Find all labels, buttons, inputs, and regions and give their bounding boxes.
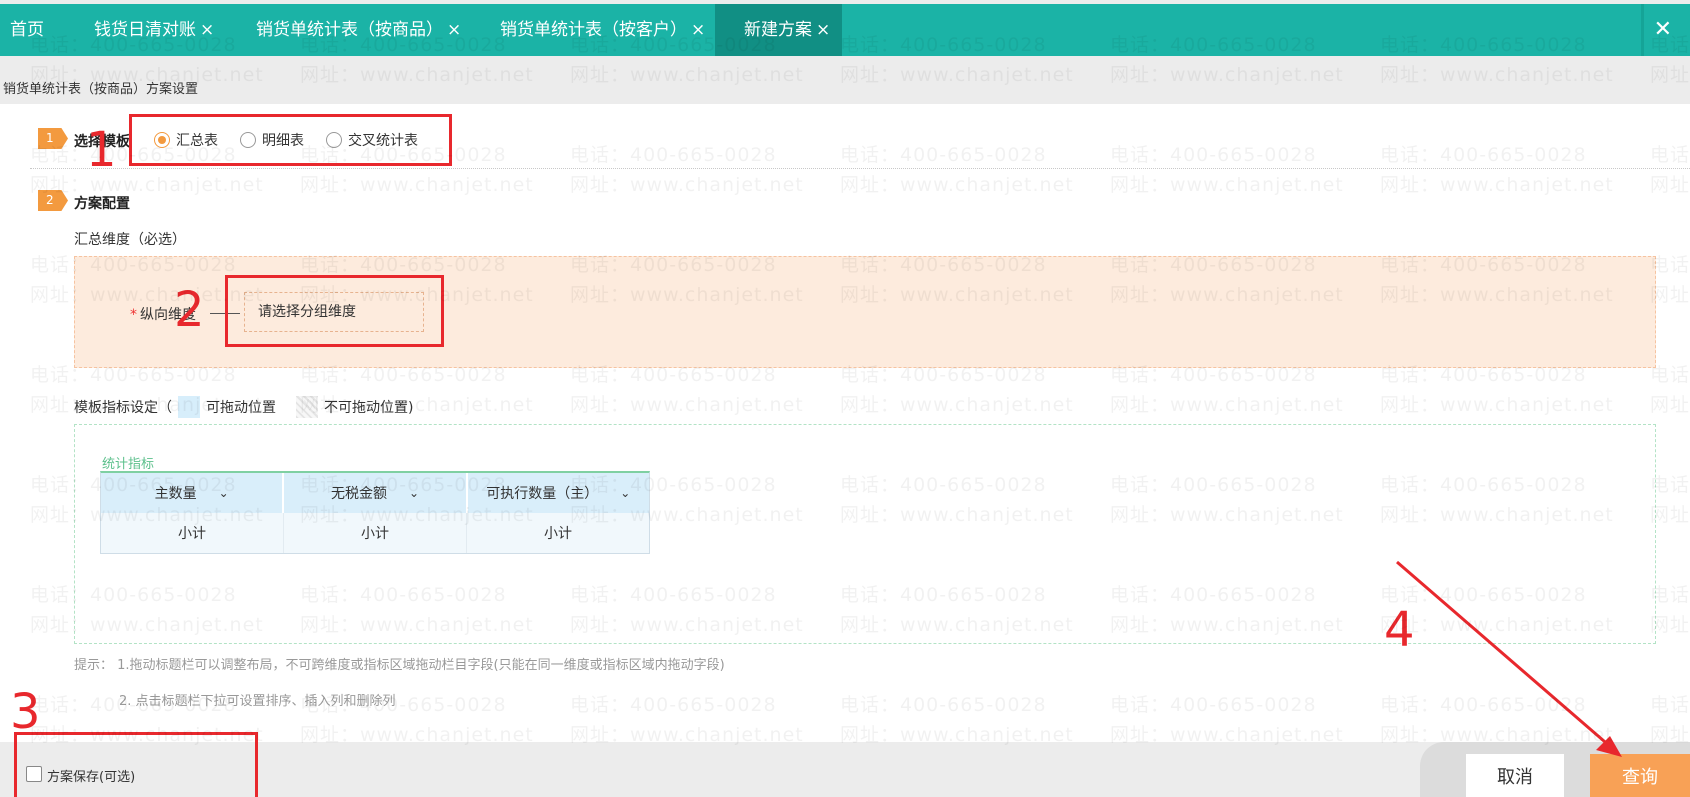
annotation-arrow	[1396, 560, 1622, 757]
